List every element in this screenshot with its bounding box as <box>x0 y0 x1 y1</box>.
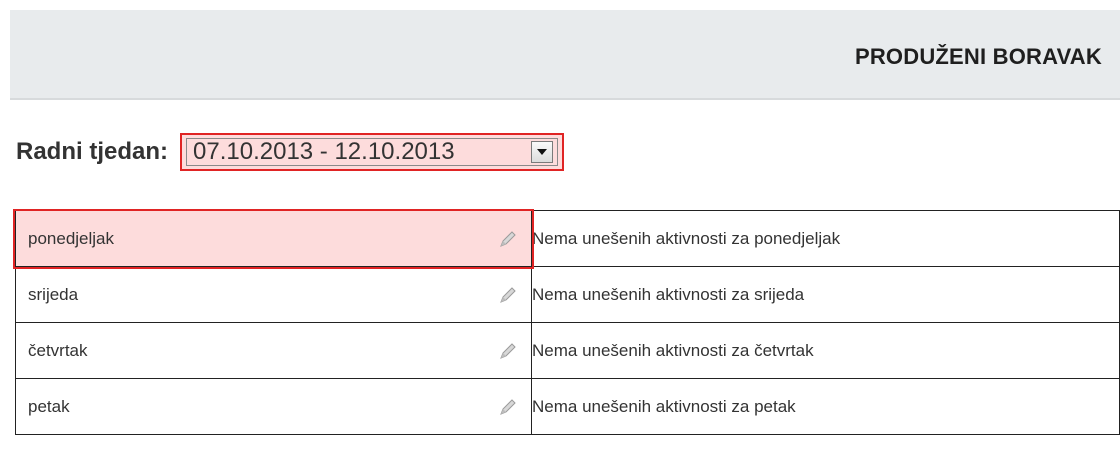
week-select-value: 07.10.2013 - 12.10.2013 <box>193 138 455 165</box>
day-name: ponedjeljak <box>28 228 115 248</box>
day-name: petak <box>28 396 70 416</box>
page: PRODUŽENI BORAVAK Radni tjedan: 07.10.20… <box>0 0 1120 459</box>
day-cell-petak[interactable]: petak <box>15 378 532 435</box>
page-title: PRODUŽENI BORAVAK <box>854 44 1102 69</box>
day-name: četvrtak <box>28 340 88 360</box>
day-description: Nema unešenih aktivnosti za ponedjeljak <box>531 210 1120 267</box>
days-table: ponedjeljak Nema unešenih aktivnosti za … <box>13 209 1120 435</box>
pencil-icon[interactable] <box>497 396 519 418</box>
table-row: ponedjeljak Nema unešenih aktivnosti za … <box>13 209 1120 269</box>
day-cell-srijeda[interactable]: srijeda <box>15 266 532 323</box>
week-select[interactable]: 07.10.2013 - 12.10.2013 <box>180 133 565 171</box>
pencil-icon[interactable] <box>497 228 519 250</box>
header-bar: PRODUŽENI BORAVAK <box>10 10 1120 100</box>
day-cell-ponedjeljak[interactable]: ponedjeljak <box>13 209 534 269</box>
pencil-icon[interactable] <box>497 340 519 362</box>
week-select-box[interactable]: 07.10.2013 - 12.10.2013 <box>186 138 559 166</box>
week-label: Radni tjedan: <box>16 138 169 165</box>
week-selector-row: Radni tjedan: 07.10.2013 - 12.10.2013 <box>16 132 565 172</box>
table-row: petak Nema unešenih aktivnosti za petak <box>15 378 1120 435</box>
day-description: Nema unešenih aktivnosti za četvrtak <box>531 322 1120 379</box>
pencil-icon[interactable] <box>497 284 519 306</box>
day-name: srijeda <box>28 284 79 304</box>
table-row: srijeda Nema unešenih aktivnosti za srij… <box>15 266 1120 323</box>
day-cell-cetvrtak[interactable]: četvrtak <box>15 322 532 379</box>
day-description: Nema unešenih aktivnosti za petak <box>531 378 1120 435</box>
table-row: četvrtak Nema unešenih aktivnosti za čet… <box>15 322 1120 379</box>
chevron-down-icon[interactable] <box>531 141 554 163</box>
day-description: Nema unešenih aktivnosti za srijeda <box>531 266 1120 323</box>
